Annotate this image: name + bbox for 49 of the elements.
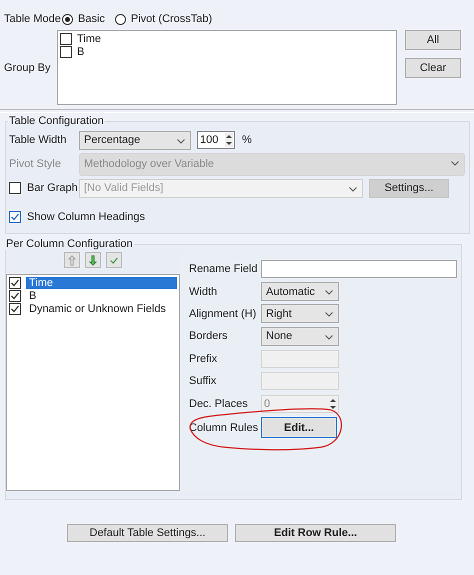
chevron-down-icon	[325, 334, 333, 340]
checkbox[interactable]	[9, 302, 21, 314]
dropdown[interactable]: Right	[261, 304, 339, 324]
spinner-arrows-icon	[225, 133, 233, 147]
dropdown[interactable]: None	[261, 326, 339, 346]
show-column-headings-checkbox[interactable]: Show Column Headings	[9, 211, 146, 223]
chevron-down-icon	[349, 186, 357, 192]
list-item[interactable]: B	[26, 290, 177, 302]
list-button[interactable]: Clear	[405, 58, 461, 78]
table-width-spinner[interactable]: 100	[197, 131, 235, 149]
unit-label: %	[242, 134, 252, 146]
footer-button[interactable]: Edit Row Rule...	[235, 524, 396, 542]
list-item-label: B	[77, 46, 84, 58]
checkbox[interactable]	[9, 276, 21, 288]
list-button[interactable]: All	[405, 30, 461, 50]
checkmark-icon[interactable]	[106, 252, 122, 268]
chevron-down-icon	[325, 312, 333, 318]
property-label: Rename Field	[189, 263, 258, 276]
checkbox[interactable]	[60, 46, 72, 58]
group-title: Table Configuration	[8, 115, 105, 127]
group-title: Per Column Configuration	[5, 238, 134, 250]
list-item[interactable]: Dynamic or Unknown Fields	[26, 302, 177, 314]
dropdown[interactable]: Automatic	[261, 282, 339, 302]
radio-option[interactable]: Basic	[62, 13, 105, 25]
chevron-down-icon	[177, 138, 185, 144]
checkbox[interactable]	[60, 32, 72, 44]
property-label: Suffix	[189, 375, 218, 388]
property-label: Dec. Places	[189, 398, 249, 410]
footer-button[interactable]: Default Table Settings...	[67, 524, 228, 542]
column-list[interactable]: Time B Dynamic or Unknown Fields	[6, 274, 180, 491]
list-item[interactable]: Time	[26, 276, 177, 288]
chevron-down-icon	[451, 160, 459, 166]
table-width-label: Table Width	[9, 134, 68, 146]
property-label: Width	[189, 286, 218, 298]
spinner-arrows-icon	[329, 396, 337, 411]
list-item-label: Time	[77, 32, 102, 44]
table-width-dropdown[interactable]: Percentage	[79, 130, 191, 150]
checkmark-icon	[10, 212, 20, 222]
text-field[interactable]	[261, 260, 457, 278]
property-label: Borders	[189, 330, 229, 342]
property-label: Prefix	[189, 352, 218, 365]
chevron-down-icon	[325, 290, 333, 296]
group-by-list[interactable]: Time B	[57, 30, 397, 105]
edit-button[interactable]: Edit...	[261, 417, 337, 438]
checkbox[interactable]	[9, 290, 21, 302]
property-label: Alignment (H)	[189, 308, 258, 320]
radio-option[interactable]: Pivot (CrossTab)	[114, 13, 212, 25]
group-by-label: Group By	[4, 62, 52, 74]
pivot-style-label: Pivot Style	[9, 158, 62, 170]
